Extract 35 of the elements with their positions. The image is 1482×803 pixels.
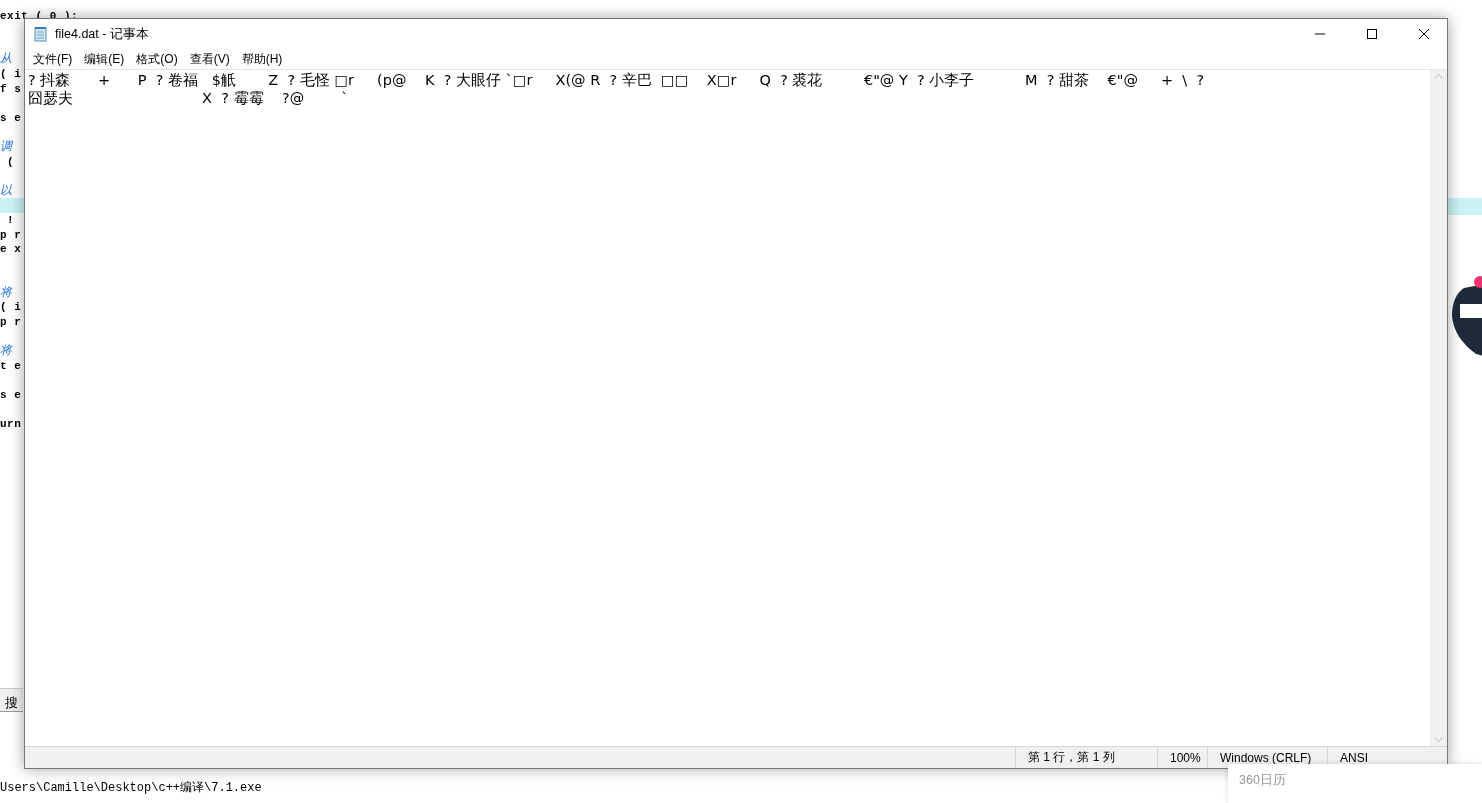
code-line: f s (0, 81, 22, 97)
code-line: p r (0, 315, 22, 330)
close-icon (1419, 29, 1429, 39)
text-line: ? 抖森 + P ? 卷福 $觗 Z ? 毛怪 □r (p@ K ? 大眼仔 `□r X(@ R ? 辛巴 □□ X□r Q ? 裘花 €"@ Y ? 小李子 M ? 甜茶 €"@ + \ ? (28, 71, 1205, 89)
code-line: urn (0, 417, 22, 432)
code-line: ( i (0, 66, 22, 82)
code-comment: 将 (0, 285, 13, 301)
code-line: s e (0, 110, 22, 126)
notepad-icon (33, 26, 49, 42)
code-line: e x (0, 242, 22, 257)
popup-title: 360日历 (1239, 773, 1286, 787)
menu-item[interactable]: 帮助(H) (235, 49, 289, 69)
menu-item[interactable]: 格式(O) (130, 49, 184, 69)
text-line: 囧瑟夫 X ? 霉霉 ?@ ` (28, 89, 349, 107)
cursor-position: 第 1 行，第 1 列 (1015, 747, 1157, 768)
code-line: p r (0, 227, 22, 243)
text-area[interactable]: ? 抖森 + P ? 卷福 $觗 Z ? 毛怪 □r (p@ K ? 大眼仔 `□r X(@ R ? 辛巴 □□ X□r Q ? 裘花 €"@ Y ? 小李子 M ? 甜茶 €"@ + \ ? 囧瑟夫 X ? 霉霉 ?@ ` (25, 70, 1430, 746)
maximize-icon (1367, 29, 1377, 39)
scrollbar[interactable] (1430, 70, 1447, 746)
code-line: ( i (0, 300, 22, 316)
console-line: Users\Camille\Desktop\c++编译\7.1.exe (0, 780, 262, 796)
code-line: t e (0, 358, 22, 374)
search-tab[interactable]: 搜 (0, 688, 23, 712)
code-line: ! (6, 212, 15, 228)
zoom-level: 100% (1157, 747, 1207, 768)
menu-item[interactable]: 编辑(E) (78, 49, 131, 69)
menu-item[interactable]: 查看(V) (183, 49, 236, 69)
code-line: s e (0, 388, 22, 403)
code-comment: 将 (0, 344, 13, 359)
code-comment: 以 (0, 183, 13, 199)
code-comment: 从 (0, 52, 13, 67)
window-title: file4.dat - 记事本 (55, 25, 150, 43)
code-comment: 调 (0, 139, 13, 155)
menu-item[interactable]: 文件(F) (27, 49, 79, 69)
code-line: ( (6, 154, 15, 170)
